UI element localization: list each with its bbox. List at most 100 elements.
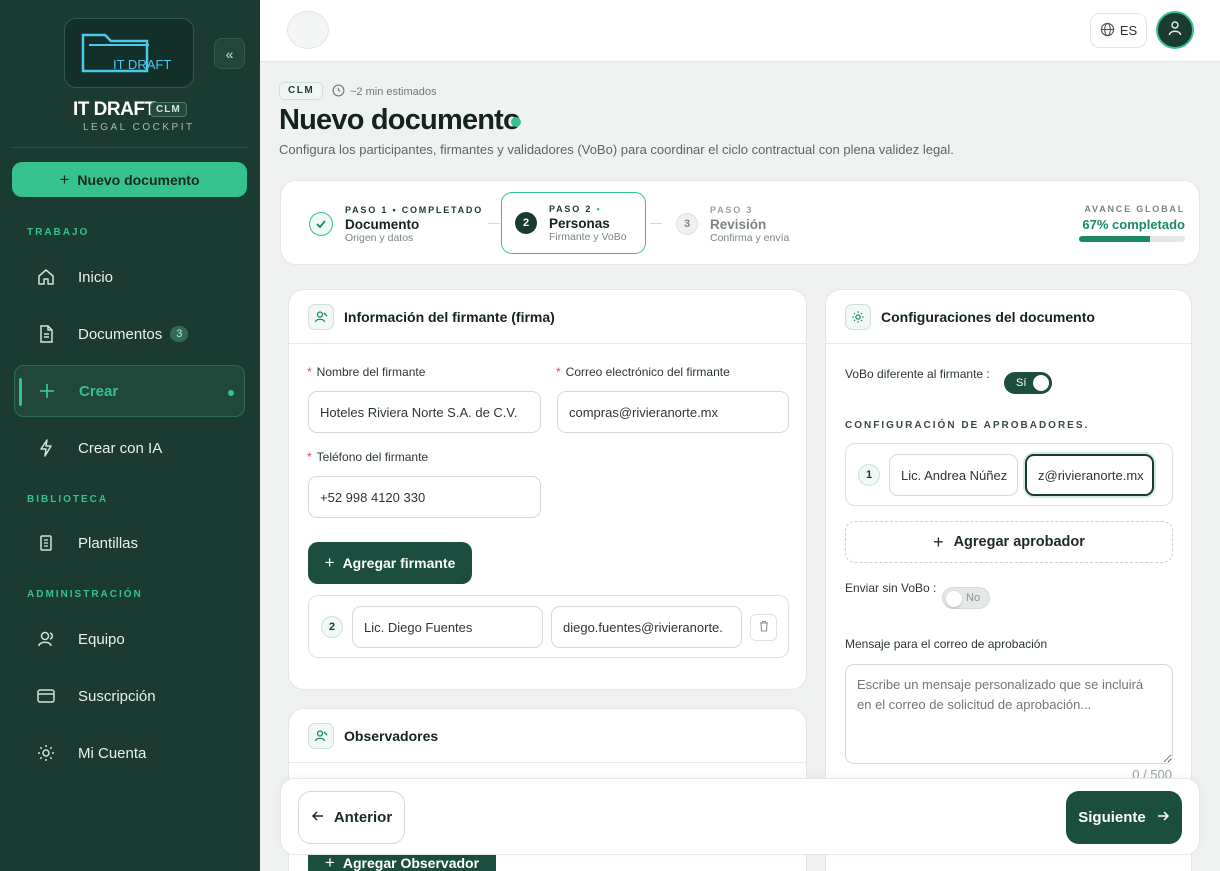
next-button[interactable]: Siguiente: [1066, 791, 1182, 844]
lightning-icon: [14, 438, 78, 458]
file-icon: [14, 324, 78, 344]
signer-name-label: * Nombre del firmante: [307, 365, 426, 379]
progress-value: 67% completado: [1082, 217, 1185, 232]
toggle-knob: [1033, 375, 1049, 391]
section-label-administracion: ADMINISTRACIÓN: [27, 589, 143, 600]
new-document-button[interactable]: + Nuevo documento: [12, 162, 247, 197]
chevrons-left-icon: «: [225, 45, 234, 62]
language-label: ES: [1119, 23, 1138, 38]
clm-tag: CLM: [279, 82, 324, 100]
step-title: Documento: [345, 216, 420, 232]
next-label: Siguiente: [1078, 809, 1146, 826]
vobo-toggle[interactable]: Sí: [1004, 372, 1052, 394]
step-connector: [650, 223, 662, 224]
brand-tag: CLM: [150, 102, 187, 117]
gear-icon: [845, 303, 871, 330]
plus-icon: +: [324, 553, 335, 572]
user-signature-icon: [308, 303, 334, 330]
sidebar-item-equipo[interactable]: Equipo: [14, 613, 245, 665]
add-approver-button[interactable]: + Agregar aprobador: [845, 521, 1173, 563]
sidebar-item-crear-ia[interactable]: Crear con IA: [14, 422, 245, 474]
svg-text:IT DRAFT: IT DRAFT: [113, 57, 171, 72]
template-icon: [14, 533, 78, 553]
arrow-right-icon: [1156, 809, 1170, 827]
observer-icon: [308, 722, 334, 749]
send-without-vobo-label: Enviar sin VoBo :: [845, 581, 937, 595]
section-label-biblioteca: BIBLIOTECA: [27, 494, 109, 505]
approver-name-input[interactable]: Lic. Andrea Núñez: [889, 454, 1018, 496]
send-toggle-text: No: [966, 592, 981, 604]
step-1[interactable]: PASO 1 • COMPLETADO Documento Origen y d…: [309, 193, 483, 255]
delete-signer-button[interactable]: [750, 614, 777, 641]
observers-card-title: Observadores: [344, 727, 439, 744]
message-label: Mensaje para el correo de aprobación: [845, 637, 1048, 651]
progress-bar-fill: [1079, 236, 1151, 242]
add-signer-button[interactable]: + Agregar firmante: [308, 542, 472, 584]
collapse-sidebar-button[interactable]: «: [214, 38, 245, 69]
sidebar-item-plantillas[interactable]: Plantillas: [14, 517, 245, 569]
time-estimate-text: ~2 min estimados: [350, 86, 437, 98]
step-kicker: PASO 1 • COMPLETADO: [345, 204, 484, 215]
step-3[interactable]: 3 PASO 3 Revisión Confirma y envía: [676, 193, 789, 255]
current-dot: •: [596, 203, 602, 214]
plus-icon: +: [933, 531, 944, 552]
signer-name-input[interactable]: Hoteles Riviera Norte S.A. de C.V.: [308, 391, 541, 433]
language-selector[interactable]: ES: [1090, 13, 1147, 48]
approver-row: 1 Lic. Andrea Núñez z@rivieranorte.mx: [845, 443, 1173, 506]
step-kicker: PASO 2: [549, 203, 593, 214]
avatar[interactable]: [1156, 11, 1194, 49]
sidebar-item-mi-cuenta[interactable]: Mi Cuenta: [14, 727, 245, 779]
send-without-vobo-toggle[interactable]: No: [942, 587, 990, 609]
approver-email-input[interactable]: z@rivieranorte.mx: [1025, 454, 1154, 496]
approver-number: 1: [858, 464, 880, 486]
clock-icon: [332, 84, 345, 100]
sidebar-item-inicio[interactable]: Inicio: [14, 251, 245, 303]
logo: IT DRAFT: [64, 18, 194, 88]
step-desc: Origen y datos: [345, 231, 414, 244]
sidebar-item-label: Equipo: [78, 630, 125, 648]
sidebar-item-label: Mi Cuenta: [78, 744, 147, 762]
extra-signer-email-input[interactable]: diego.fuentes@rivieranorte.: [551, 606, 742, 648]
vobo-toggle-text: Sí: [1016, 377, 1027, 389]
plus-icon: +: [324, 853, 335, 871]
plus-icon: +: [59, 169, 70, 189]
sidebar-item-label: Inicio: [78, 268, 114, 286]
user-icon: [1167, 20, 1183, 41]
sidebar-item-suscripcion[interactable]: Suscripción: [14, 670, 245, 722]
config-card-title: Configuraciones del documento: [881, 308, 1095, 325]
step-connector: [488, 223, 500, 224]
brand-name: IT DRAFT: [73, 99, 156, 120]
step-desc: Confirma y envía: [710, 231, 790, 244]
add-observer-label: Agregar Observador: [342, 855, 480, 871]
step-2[interactable]: 2 PASO 2 • Personas Firmante y VoBo: [501, 192, 646, 254]
sidebar-item-label: Crear: [79, 382, 119, 400]
approval-message-textarea[interactable]: [845, 664, 1173, 764]
extra-signer-name-input[interactable]: Lic. Diego Fuentes: [352, 606, 543, 648]
top-left-circle-button[interactable]: [287, 11, 329, 49]
check-icon: [309, 212, 333, 236]
step-title: Personas: [549, 215, 610, 231]
new-document-label: Nuevo documento: [77, 171, 200, 188]
add-approver-label: Agregar aprobador: [953, 534, 1085, 550]
sidebar-divider: [12, 147, 248, 148]
progress-bar: [1079, 236, 1185, 242]
signer-phone-label: * Teléfono del firmante: [307, 450, 429, 464]
sidebar-item-crear[interactable]: Crear: [14, 365, 245, 417]
approvers-section-label: CONFIGURACIÓN DE APROBADORES.: [845, 420, 1090, 431]
section-label-trabajo: TRABAJO: [27, 227, 90, 238]
gear-icon: [14, 743, 78, 763]
time-estimate: ~2 min estimados: [332, 84, 437, 100]
toggle-knob: [946, 591, 962, 607]
signer-number: 2: [321, 616, 343, 638]
previous-button[interactable]: Anterior: [298, 791, 405, 844]
signer-email-input[interactable]: compras@rivieranorte.mx: [557, 391, 789, 433]
add-signer-label: Agregar firmante: [342, 555, 456, 571]
brand-subtitle: LEGAL COCKPIT: [83, 122, 195, 133]
progress-label: AVANCE GLOBAL: [1084, 204, 1185, 214]
vobo-label: VoBo diferente al firmante :: [845, 367, 990, 381]
progress-stepper: PASO 1 • COMPLETADO Documento Origen y d…: [280, 180, 1200, 265]
signer-phone-input[interactable]: +52 998 4120 330: [308, 476, 541, 518]
sidebar-item-label: Documentos: [78, 325, 163, 343]
sidebar-item-documentos[interactable]: Documentos 3: [14, 308, 245, 360]
documents-count-badge: 3: [170, 326, 189, 342]
